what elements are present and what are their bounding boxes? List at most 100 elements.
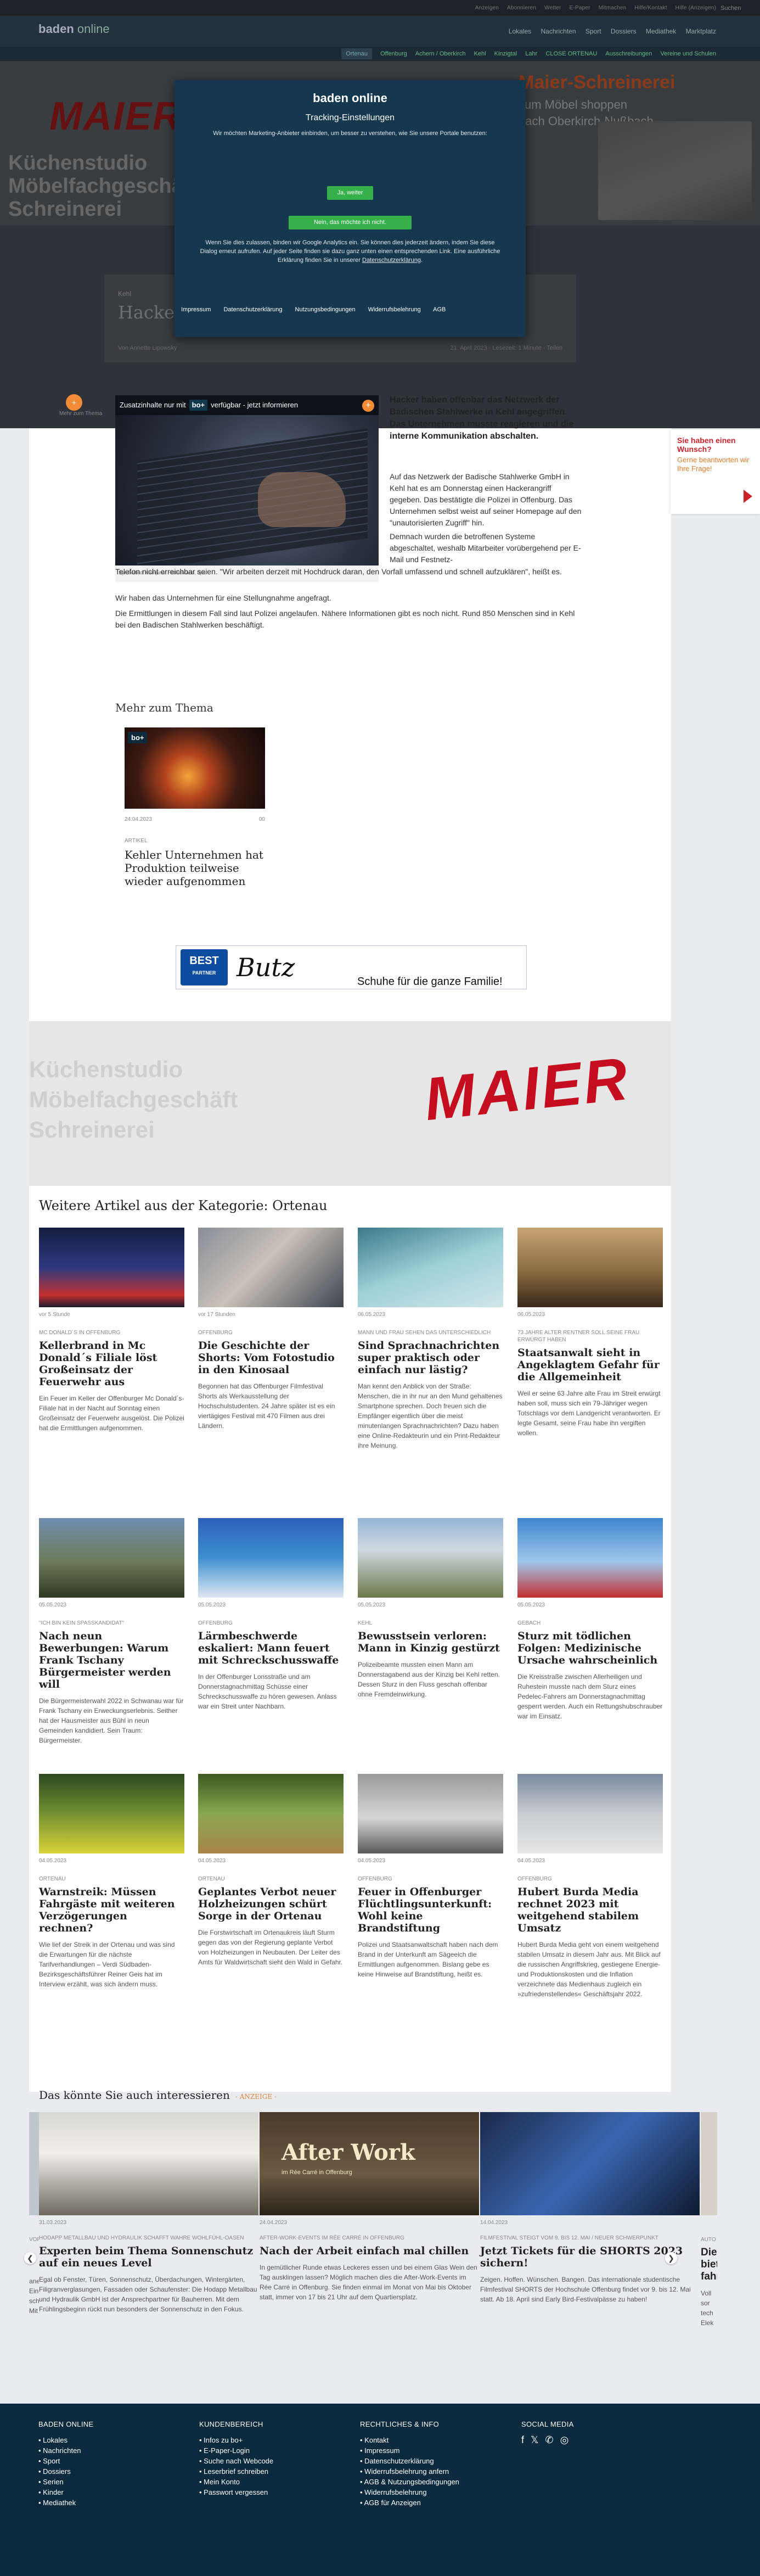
logo-part2: online [77,22,110,36]
tracking-consent-dialog: baden online Tracking-Einstellungen Wir … [174,80,526,337]
footer-link[interactable]: Mediathek [38,2497,93,2508]
article-card[interactable]: 05.05.2023 "Ich bin kein Spaßkandidat" Nac… [39,1518,184,1745]
footer-link[interactable]: Serien [38,2477,93,2487]
subnav-item-active[interactable]: Ortenau [341,48,372,59]
subnav-item[interactable]: Vereine und Schulen [660,51,716,57]
subnav-item[interactable]: Lahr [525,51,537,57]
footer-link[interactable]: Mein Konto [199,2477,273,2487]
recommendation-card-partial[interactable]: VOR ane Ein sch Mit [29,2112,39,2316]
consent-accept-button[interactable]: Ja, weiter [327,186,373,200]
consent-link-privacy[interactable]: Datenschutzerklärung [223,306,282,313]
subnav-item[interactable]: CLOSE ORTENAU [545,51,597,57]
consent-title: Tracking-Einstellungen [305,113,395,122]
article-card-image [39,1774,184,1853]
mehr-zum-thema-icon[interactable]: + [66,394,82,411]
footer-link[interactable]: Dossiers [38,2466,93,2477]
after-work-overlay: After Work [282,2140,415,2165]
footer-link[interactable]: Suche nach Webcode [199,2456,273,2466]
article-card-image [198,1774,344,1853]
article-card-image [198,1518,344,1598]
whatsapp-icon[interactable]: ✆ [545,2435,554,2445]
article-card[interactable]: 06.05.2023 Mann und Frau sehen das unters… [358,1228,503,1451]
nav-item[interactable]: Nachrichten [541,27,576,35]
slider-next-button[interactable]: ❯ [665,2252,677,2264]
footer-link[interactable]: E-Paper-Login [199,2445,273,2456]
related-article-card[interactable]: bo+ 24.04.2023 00 ARTIKEL Kehler Unterneh… [125,727,265,888]
nav-item[interactable]: Dossiers [611,27,637,35]
article-card[interactable]: 04.05.2023 Ortenau Geplantes Verbot neuer … [198,1774,344,1967]
article-card[interactable]: 04.05.2023 Ortenau Warnstreik: Müssen Fahr… [39,1774,184,1989]
article-card[interactable]: 05.05.2023 Kehl Bewusstsein verloren: Mann… [358,1518,503,1699]
recommendation-card-partial[interactable]: AUTO Die bietet fahr Voll sor tech Elek [701,2112,717,2328]
maier-banner-ad[interactable]: Küchenstudio Möbelfachgeschäft Schreiner… [29,1021,671,1186]
utility-link[interactable]: Mitmachen [599,5,627,11]
butz-banner-ad[interactable]: BEST PARTNER Butz Schuhe für die ganze Fa… [176,945,527,989]
utility-link[interactable]: Wetter [544,5,561,11]
footer-link[interactable]: Widerrufsbelehrung [360,2487,459,2497]
nav-item[interactable]: Lokales [509,27,531,35]
utility-link[interactable]: Hilfe/Kontakt [634,5,667,11]
consent-privacy-link[interactable]: Datenschutzerklärung [362,257,421,264]
footer-link[interactable]: Leserbrief schreiben [199,2466,273,2477]
consent-link-terms[interactable]: Nutzungsbedingungen [295,306,356,313]
instagram-icon[interactable]: ◎ [560,2435,569,2445]
article-meta: 21. April 2023 · Lesezeit: 1 Minute · Te… [450,345,562,351]
recommendation-card[interactable]: 31.03.2023 Hodapp Metallbau und Hydraulik… [39,2112,258,2314]
twitter-icon[interactable]: 𝕏 [531,2435,539,2445]
article-card[interactable]: 04.05.2023 Offenburg Hubert Burda Media re… [517,1774,663,1999]
search-button[interactable]: Suchen [720,3,749,14]
mehr-zum-thema-label[interactable]: Mehr zum Thema [59,411,102,417]
article-card[interactable]: 05.05.2023 Gebach Sturz mit tödlichen Folg… [517,1518,663,1721]
footer-link[interactable]: AGB für Anzeigen [360,2497,459,2508]
facebook-icon[interactable]: f [521,2435,524,2445]
recommendation-card[interactable]: 14.04.2023 Filmfestival steigt vom 9. bis… [480,2112,700,2304]
article-card[interactable]: 04.05.2023 Offenburg Feuer in Offenburger … [358,1774,503,1979]
article-card[interactable]: vor 17 Stunden Offenburg Die Geschichte de… [198,1228,344,1431]
footer-link[interactable]: Impressum [360,2445,459,2456]
arrow-right-icon[interactable] [744,490,752,503]
subnav-item[interactable]: Achern / Oberkirch [415,51,466,57]
article-paragraph: Demnach wurden die betroffenen Systeme a… [390,532,581,564]
consent-link-agb[interactable]: AGB [433,306,446,313]
utility-link[interactable]: E-Paper [570,5,590,11]
plus-icon[interactable]: + [362,400,374,412]
feedback-widget[interactable]: Sie haben einen Wunsch? Gerne beantworte… [671,429,760,514]
article-card[interactable]: 06.05.2023 73 Jahre alter Rentner soll se… [517,1228,663,1438]
footer-link[interactable]: Widerrufsbelehrung anfern [360,2466,459,2477]
subnav-item[interactable]: Ausschreibungen [605,51,652,57]
recommendation-card[interactable]: After Work im Rée Carré in Offenburg 24.04… [260,2112,479,2302]
bplus-promo-bar[interactable]: Zusatzinhalte nur mit bo+ verfügbar - jetz… [115,395,379,415]
footer-link[interactable]: Kinder [38,2487,93,2497]
footer-link[interactable]: Nachrichten [38,2445,93,2456]
ad-label: - ANZEIGE - [235,2093,277,2101]
bplus-text: Zusatzinhalte nur mit [120,401,186,409]
footer-link[interactable]: Lokales [38,2435,93,2445]
footer-link[interactable]: Kontakt [360,2435,459,2445]
subnav-item[interactable]: Offenburg [380,51,407,57]
footer-link[interactable]: AGB & Nutzungsbedingungen [360,2477,459,2487]
utility-link[interactable]: Abonnieren [507,5,536,11]
ad-right-title: Maier-Schreinerei [519,72,675,93]
site-logo[interactable]: baden online [38,22,110,36]
utility-link[interactable]: Anzeigen [475,5,499,11]
consent-decline-button[interactable]: Nein, das möchte ich nicht. [289,216,412,229]
footer-column-social: SOCIAL MEDIA f 𝕏 ✆ ◎ [521,2419,574,2445]
recommendation-time: 31.03.2023 [39,2220,67,2226]
consent-link-impressum[interactable]: Impressum [181,306,211,313]
consent-link-revocation[interactable]: Widerrufsbelehrung [368,306,421,313]
footer-link[interactable]: Sport [38,2456,93,2466]
nav-item[interactable]: Sport [586,27,601,35]
footer-link[interactable]: Datenschutzerklärung [360,2456,459,2466]
footer-link[interactable]: Passwort vergessen [199,2487,273,2497]
subnav-item[interactable]: Kinzigtal [494,51,517,57]
nav-item[interactable]: Mediathek [646,27,676,35]
recommendation-image [480,2112,700,2215]
article-card[interactable]: 05.05.2023 Offenburg Lärmbeschwerde eskali… [198,1518,344,1711]
utility-link[interactable]: Hilfe (Anzeigen) [675,5,716,11]
article-card[interactable]: vor 5 Stunde Mc Donald´s in Offenburg Kell… [39,1228,184,1433]
butz-slogan: Schuhe für die ganze Familie! [357,976,503,988]
slider-prev-button[interactable]: ❮ [24,2252,36,2264]
footer-link[interactable]: Infos zu bo+ [199,2435,273,2445]
subnav-item[interactable]: Kehl [474,51,486,57]
nav-item[interactable]: Marktplatz [686,27,716,35]
